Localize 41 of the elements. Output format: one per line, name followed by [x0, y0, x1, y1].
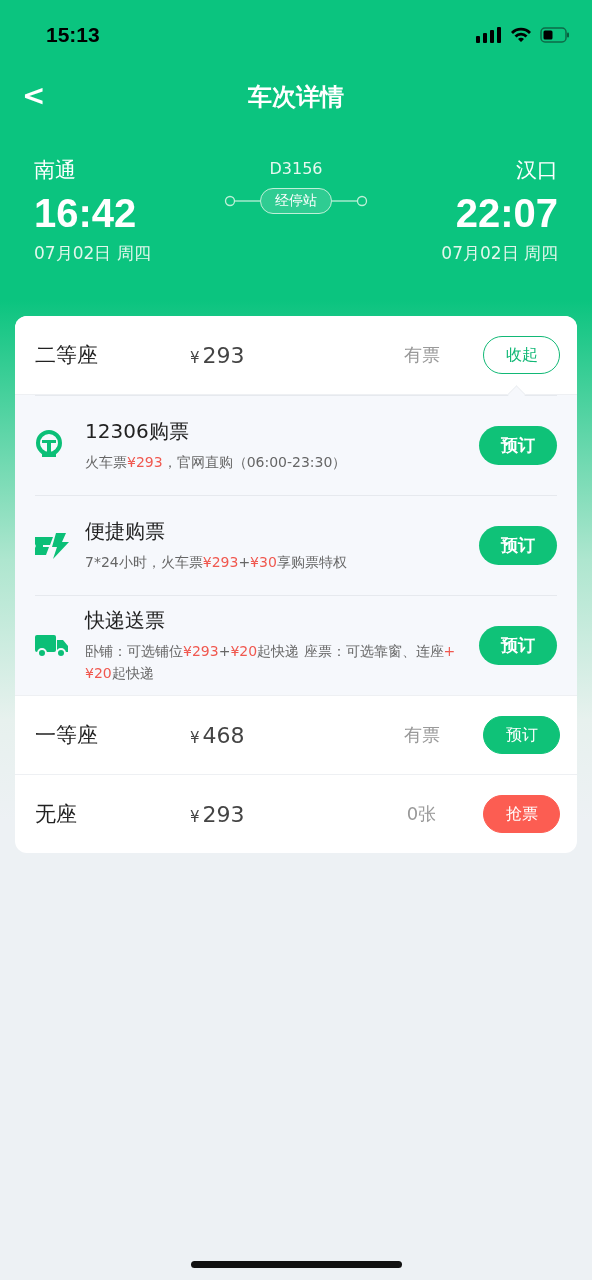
back-button[interactable]: <	[18, 80, 50, 112]
option-title: 便捷购票	[85, 518, 166, 545]
seat-class: 一等座	[35, 722, 99, 749]
collapse-button[interactable]: 收起	[483, 336, 560, 374]
signal-icon	[476, 27, 502, 43]
book-button[interactable]: 预订	[479, 526, 557, 565]
departure-date: 07月02日 周四	[34, 242, 151, 265]
stops-button[interactable]: 经停站	[260, 188, 332, 214]
arrival-station: 汉口	[516, 157, 558, 184]
option-title: 快递送票	[85, 607, 166, 634]
availability: 0张	[405, 802, 438, 826]
seat-price: ¥293	[190, 342, 246, 368]
arrival-time: 22:07	[455, 190, 558, 237]
book-button[interactable]: 预订	[479, 626, 557, 665]
train-number: D3156	[269, 158, 323, 180]
book-button[interactable]: 预订	[483, 716, 560, 754]
option-description: 7*24小时，火车票¥293+¥30享购票特权	[85, 553, 348, 572]
seat-row[interactable]: 一等座 ¥468 有票 预订	[15, 695, 577, 774]
ticket-lightning-icon	[35, 532, 69, 559]
seat-price: ¥293	[190, 801, 246, 827]
grab-ticket-button[interactable]: 抢票	[483, 795, 560, 833]
seat-price: ¥468	[190, 722, 246, 748]
page-title: 车次详情	[248, 82, 344, 113]
truck-icon	[35, 632, 69, 659]
seat-class: 无座	[35, 801, 78, 828]
option-description: 火车票¥293，官网直购（06:00-23:30）	[85, 453, 348, 472]
status-time: 15:13	[46, 23, 100, 47]
seat-class: 二等座	[35, 342, 99, 369]
option-title: 12306购票	[85, 418, 190, 445]
availability: 有票	[402, 343, 441, 367]
wifi-icon	[510, 27, 532, 43]
departure-time: 16:42	[34, 190, 138, 237]
connector-line	[332, 195, 368, 207]
option-description: 卧铺：可选铺位¥293+¥20起快递 座票：可选靠窗、连座+¥20起快递	[85, 642, 457, 683]
connector-line	[224, 195, 260, 207]
availability: 有票	[402, 723, 441, 747]
battery-icon	[540, 27, 570, 43]
departure-station: 南通	[34, 157, 77, 184]
arrival-date: 07月02日 周四	[441, 242, 558, 265]
book-button[interactable]: 预订	[479, 426, 557, 465]
seat-row[interactable]: 无座 ¥293 0张 抢票	[15, 774, 577, 853]
